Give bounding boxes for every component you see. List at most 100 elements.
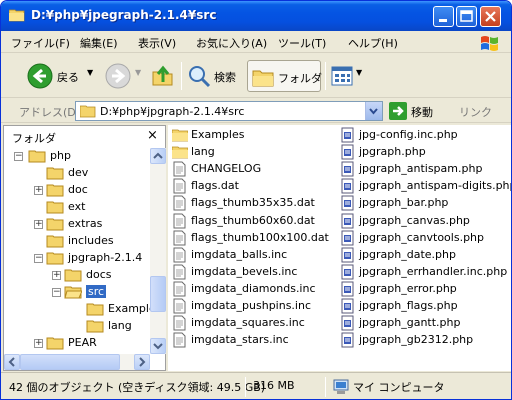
views-button[interactable]: ▼	[331, 60, 365, 92]
file-list-item[interactable]: flags_thumb35x35.dat	[172, 194, 340, 211]
views-icon	[331, 66, 353, 86]
search-icon	[189, 66, 211, 88]
scroll-up-button[interactable]	[150, 148, 166, 164]
file-list-folder[interactable]: lang	[172, 143, 340, 160]
tree-item-lang[interactable]: lang	[4, 318, 150, 335]
folders-icon	[252, 70, 274, 87]
expand-toggle[interactable]: +	[34, 219, 43, 229]
php-file-icon	[341, 281, 354, 297]
tree-item-docs[interactable]: + docs	[4, 267, 150, 284]
menu-edit[interactable]: 編集(E)	[80, 35, 118, 51]
scroll-down-button[interactable]	[150, 338, 166, 354]
windows-logo-icon	[481, 36, 498, 51]
folder-pane-title: フォルダ	[12, 132, 56, 145]
views-dropdown-icon[interactable]: ▼	[356, 68, 362, 77]
tree-item-ext[interactable]: ext	[4, 199, 150, 216]
file-list-item[interactable]: jpgraph_canvtools.php	[340, 229, 508, 246]
file-list-item[interactable]: jpgraph_errhandler.inc.php	[340, 263, 508, 280]
expand-toggle[interactable]: +	[52, 270, 61, 280]
tree-item-includes[interactable]: includes	[4, 233, 150, 250]
menu-view[interactable]: 表示(V)	[138, 35, 176, 51]
back-button[interactable]: 戻る ▼	[27, 60, 97, 92]
file-list-item[interactable]: CHANGELOG	[172, 160, 340, 177]
tree-label: includes	[68, 234, 114, 247]
folder-icon	[86, 320, 104, 333]
file-list-item[interactable]: flags_thumb100x100.dat	[172, 229, 340, 246]
file-list-item[interactable]: jpgraph_antispam.php	[340, 160, 508, 177]
tree-item-php[interactable]: − php	[4, 148, 150, 165]
status-bar: 42 個のオブジェクト (空きディスク領域: 49.5 GB) 316 MB マ…	[1, 372, 511, 399]
menu-file[interactable]: ファイル(F)	[11, 35, 70, 51]
tree-item-extras[interactable]: + extras	[4, 216, 150, 233]
file-list-item[interactable]: imgdata_squares.inc	[172, 314, 340, 331]
folder-pane-close-button[interactable]: ×	[147, 128, 158, 143]
menu-help[interactable]: ヘルプ(H)	[348, 35, 398, 51]
folders-button[interactable]: フォルダ	[247, 60, 322, 92]
expand-toggle[interactable]: +	[34, 185, 43, 195]
maximize-button[interactable]	[456, 6, 477, 27]
folder-icon	[46, 201, 64, 214]
file-list-item[interactable]: jpgraph_bar.php	[340, 194, 508, 211]
file-list-item[interactable]: flags.dat	[172, 177, 340, 194]
folder-pane-header: フォルダ ×	[4, 126, 165, 146]
file-list-item[interactable]: imgdata_diamonds.inc	[172, 280, 340, 297]
menu-favorites[interactable]: お気に入り(A)	[196, 35, 267, 51]
file-list-folder[interactable]: Examples	[172, 126, 340, 143]
file-name: flags.dat	[191, 179, 239, 193]
tree-item-doc[interactable]: + doc	[4, 182, 150, 199]
expand-toggle[interactable]: +	[34, 338, 43, 348]
address-input[interactable]: D:¥php¥jpgraph-2.1.4¥src	[75, 101, 383, 121]
file-list-item[interactable]: jpg-config.inc.php	[340, 126, 508, 143]
file-list-item[interactable]: imgdata_stars.inc	[172, 331, 340, 348]
file-list-item[interactable]: jpgraph_gb2312.php	[340, 331, 508, 348]
tree-item-examples[interactable]: Examples	[4, 301, 150, 318]
collapse-toggle[interactable]: −	[34, 253, 43, 263]
collapse-toggle[interactable]: −	[52, 287, 61, 297]
folder-icon	[46, 252, 64, 265]
folder-icon	[46, 167, 64, 180]
scroll-thumb[interactable]	[150, 276, 166, 312]
title-bar[interactable]: D:¥php¥jpegraph-2.1.4¥src	[1, 1, 511, 31]
search-button[interactable]: 検索	[187, 60, 243, 92]
back-dropdown-icon[interactable]: ▼	[87, 68, 93, 77]
tree-item-jpgraph[interactable]: − jpgraph-2.1.4	[4, 250, 150, 267]
open-folder-icon	[64, 286, 82, 299]
file-list-item[interactable]: jpgraph.php	[340, 143, 508, 160]
menu-tools[interactable]: ツール(T)	[278, 35, 326, 51]
file-list-item[interactable]: imgdata_pushpins.inc	[172, 297, 340, 314]
scroll-thumb[interactable]	[20, 354, 120, 370]
links-label[interactable]: リンク	[459, 104, 492, 120]
forward-dropdown-icon[interactable]: ▼	[135, 68, 141, 77]
file-list-item[interactable]: jpgraph_gantt.php	[340, 314, 508, 331]
file-name: imgdata_diamonds.inc	[191, 281, 316, 295]
file-list-item[interactable]: jpgraph_canvas.php	[340, 212, 508, 229]
toolbar: 戻る ▼ ▼ 検索 フォルダ ▼	[1, 54, 511, 98]
tree-item-dev[interactable]: dev	[4, 165, 150, 182]
file-name: jpgraph_flags.php	[359, 299, 458, 312]
address-dropdown[interactable]	[365, 102, 382, 120]
file-list-item[interactable]: imgdata_bevels.inc	[172, 263, 340, 280]
tree-item-src[interactable]: − src	[4, 284, 150, 301]
status-divider	[245, 377, 246, 397]
scroll-right-button[interactable]	[134, 354, 150, 370]
folder-pane: フォルダ × − php dev + doc ext + extras incl…	[3, 125, 166, 371]
file-name: CHANGELOG	[191, 162, 262, 176]
folder-horizontal-scrollbar[interactable]	[4, 354, 150, 370]
tree-item-pear[interactable]: + PEAR	[4, 335, 150, 352]
collapse-toggle[interactable]: −	[14, 151, 23, 161]
up-folder-button[interactable]	[151, 60, 175, 92]
close-button[interactable]	[480, 6, 501, 27]
file-list-item[interactable]: flags_thumb60x60.dat	[172, 212, 340, 229]
file-list-item[interactable]: jpgraph_flags.php	[340, 297, 508, 314]
file-name: imgdata_balls.inc	[191, 247, 288, 261]
file-list-item[interactable]: jpgraph_error.php	[340, 280, 508, 297]
close-icon	[485, 11, 496, 22]
folder-vertical-scrollbar[interactable]	[150, 148, 166, 354]
chevron-down-icon	[153, 343, 163, 350]
scroll-left-button[interactable]	[4, 354, 20, 370]
file-list-item[interactable]: jpgraph_antispam-digits.php	[340, 177, 511, 194]
minimize-button[interactable]	[433, 6, 454, 27]
file-list-item[interactable]: imgdata_balls.inc	[172, 246, 340, 263]
file-list-item[interactable]: jpgraph_date.php	[340, 246, 508, 263]
forward-button[interactable]: ▼	[105, 60, 145, 92]
